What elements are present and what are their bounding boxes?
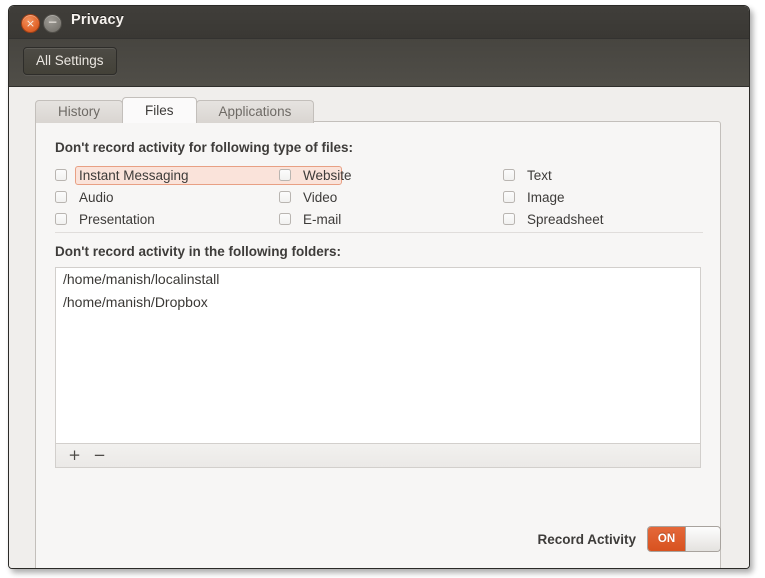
list-item[interactable]: /home/manish/Dropbox [56, 291, 700, 314]
checkbox-label: Text [527, 167, 552, 183]
record-activity-toggle[interactable]: ON [647, 526, 721, 552]
excluded-folders-list[interactable]: /home/manish/localinstall /home/manish/D… [55, 267, 701, 443]
checkbox-box-icon[interactable] [503, 213, 515, 225]
checkbox-box-icon[interactable] [503, 169, 515, 181]
record-activity-row: Record Activity ON [537, 526, 721, 552]
tab-history[interactable]: History [35, 100, 124, 123]
checkbox-box-icon[interactable] [55, 191, 67, 203]
folders-heading: Don't record activity in the following f… [55, 244, 341, 259]
all-settings-button[interactable]: All Settings [23, 47, 117, 75]
close-icon[interactable]: × [21, 14, 40, 33]
privacy-settings-window: × − Privacy All Settings History Files A… [8, 5, 750, 569]
close-glyph: × [25, 17, 36, 30]
checkbox-spreadsheet[interactable]: Spreadsheet [503, 210, 703, 229]
checkbox-box-icon[interactable] [279, 191, 291, 203]
tab-applications[interactable]: Applications [195, 100, 315, 123]
toggle-state-label: ON [648, 527, 685, 551]
toggle-knob[interactable] [685, 527, 720, 551]
checkbox-video[interactable]: Video [279, 188, 503, 207]
list-item[interactable]: /home/manish/localinstall [56, 268, 700, 291]
remove-folder-button[interactable]: − [87, 444, 112, 467]
checkbox-box-icon[interactable] [55, 169, 67, 181]
checkbox-box-icon[interactable] [503, 191, 515, 203]
window-titlebar[interactable]: × − Privacy [9, 6, 749, 39]
record-activity-label: Record Activity [537, 531, 636, 547]
checkbox-image[interactable]: Image [503, 188, 703, 207]
file-types-heading: Don't record activity for following type… [55, 140, 353, 155]
checkbox-website[interactable]: Website [279, 166, 503, 185]
window-title: Privacy [71, 12, 124, 28]
checkbox-box-icon[interactable] [55, 213, 67, 225]
checkbox-presentation[interactable]: Presentation [55, 210, 279, 229]
checkbox-label: Video [303, 189, 338, 205]
tab-files[interactable]: Files [122, 97, 197, 123]
checkbox-label: E-mail [303, 211, 342, 227]
desktop-background: × − Privacy All Settings History Files A… [0, 0, 765, 578]
checkbox-label: Audio [79, 189, 114, 205]
minimize-glyph: − [47, 15, 58, 29]
checkbox-label: Presentation [79, 211, 155, 227]
checkbox-text[interactable]: Text [503, 166, 703, 185]
file-types-section: Don't record activity for following type… [55, 140, 703, 230]
window-footer: Record Activity ON [9, 513, 749, 568]
tab-bar: History Files Applications [35, 97, 315, 123]
checkbox-instant-messaging[interactable]: Instant Messaging [55, 165, 342, 185]
checkbox-box-icon[interactable] [279, 213, 291, 225]
checkbox-label: Image [527, 189, 565, 205]
files-tab-panel: Don't record activity for following type… [35, 121, 721, 568]
window-toolbar: All Settings [9, 39, 749, 87]
section-divider [55, 232, 703, 233]
folders-list-toolbar: + − [55, 443, 701, 468]
checkbox-audio[interactable]: Audio [55, 188, 279, 207]
add-folder-button[interactable]: + [62, 444, 87, 467]
file-types-checkbox-grid: Instant Messaging Website Text Audio Vid… [55, 164, 703, 230]
checkbox-label: Website [303, 167, 352, 183]
checkbox-label: Spreadsheet [527, 211, 604, 227]
checkbox-box-icon[interactable] [279, 169, 291, 181]
minimize-icon[interactable]: − [43, 14, 62, 33]
checkbox-email[interactable]: E-mail [279, 210, 503, 229]
window-body: History Files Applications Don't record … [9, 87, 749, 568]
